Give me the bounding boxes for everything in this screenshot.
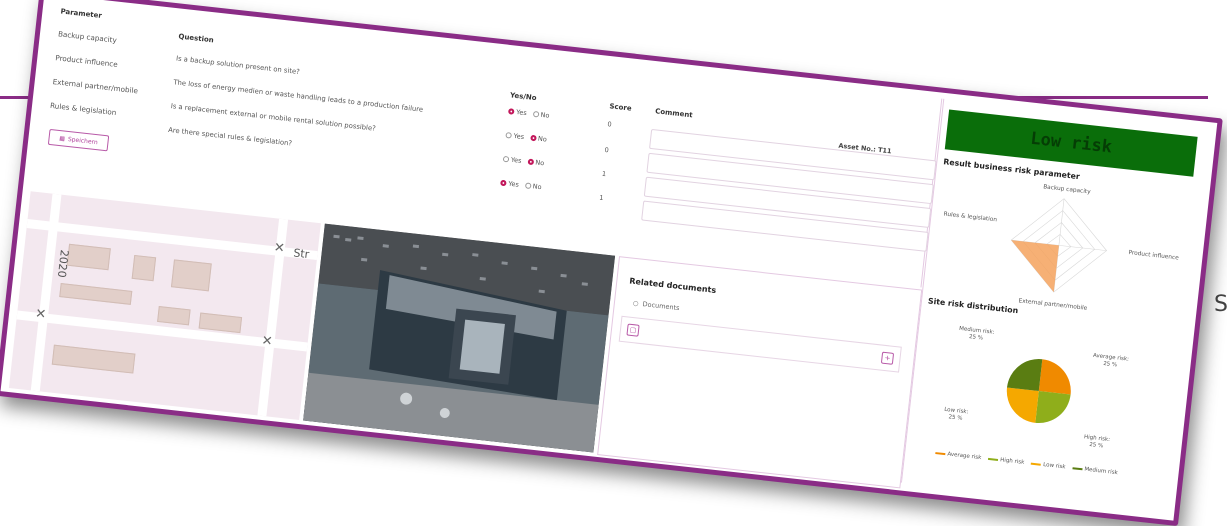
pie-legend: Average risk High risk Low risk Medium r… bbox=[935, 450, 1118, 476]
pie-slice-medium bbox=[1006, 359, 1043, 392]
yes-no-group: Yes No bbox=[500, 179, 542, 191]
yes-radio[interactable] bbox=[507, 108, 515, 115]
legend-item: Average risk bbox=[935, 450, 982, 461]
pie-label-medium: Medium risk: 25 % bbox=[958, 325, 995, 342]
pie-slice-average bbox=[1038, 359, 1071, 395]
param-label: Backup capacity bbox=[57, 29, 118, 45]
radar-chart bbox=[1010, 198, 1108, 293]
radar-area bbox=[1011, 240, 1059, 293]
pie-label-high: High risk: 25 % bbox=[1083, 434, 1111, 450]
legend-item: Low risk bbox=[1031, 461, 1066, 470]
map-label-street: Str bbox=[292, 246, 310, 262]
param-label: Product influence bbox=[54, 53, 119, 69]
no-radio[interactable] bbox=[529, 134, 537, 142]
header-parameter: Parameter bbox=[60, 7, 103, 20]
score-value: 1 bbox=[601, 169, 607, 179]
bullet-icon: ○ bbox=[632, 299, 640, 308]
no-radio[interactable] bbox=[524, 182, 532, 190]
legend-item: High risk bbox=[988, 456, 1025, 466]
no-label: No bbox=[534, 158, 545, 168]
pie-label-average: Average risk: 25 % bbox=[1092, 352, 1130, 369]
no-label: No bbox=[532, 182, 542, 192]
pie-chart bbox=[1006, 359, 1071, 424]
pie-slice-low bbox=[1006, 387, 1039, 423]
map-marker-icon: ✕ bbox=[260, 333, 274, 350]
yes-label: Yes bbox=[510, 155, 522, 165]
score-value: 0 bbox=[604, 145, 610, 155]
question-text: Is a replacement external or mobile rent… bbox=[170, 102, 377, 133]
radar-label-right: Product influence bbox=[1128, 250, 1179, 262]
site-photo bbox=[303, 223, 616, 453]
save-button-label: Speichern bbox=[67, 135, 99, 146]
map-marker-icon: ✕ bbox=[273, 240, 286, 257]
related-documents-panel: Related documents ○ Documents ▢ + bbox=[597, 256, 923, 489]
yes-no-group: Yes No bbox=[502, 155, 545, 168]
save-icon: ▦ bbox=[58, 134, 66, 143]
question-text: Is a backup solution present on site? bbox=[175, 54, 301, 76]
documents-title: Related documents bbox=[628, 276, 717, 295]
yes-no-group: Yes No bbox=[505, 131, 548, 144]
save-button[interactable]: ▦ Speichern bbox=[47, 128, 110, 152]
map-marker-icon: ✕ bbox=[34, 306, 47, 323]
no-radio[interactable] bbox=[527, 158, 534, 166]
yes-label: Yes bbox=[513, 131, 525, 141]
legend-item: Medium risk bbox=[1072, 465, 1118, 476]
yes-radio[interactable] bbox=[500, 179, 507, 187]
site-map[interactable]: 2020 Str ✕ ✕ ✕ bbox=[8, 191, 321, 421]
no-label: No bbox=[537, 134, 548, 144]
param-label: External partner/mobile bbox=[52, 76, 139, 96]
header-question: Question bbox=[178, 32, 215, 45]
add-document-button[interactable]: + bbox=[880, 351, 895, 365]
yes-no-group: Yes No bbox=[507, 107, 550, 120]
documents-dropzone[interactable]: ▢ + bbox=[618, 315, 902, 373]
yes-label: Yes bbox=[515, 108, 528, 118]
header-comment: Comment bbox=[654, 107, 694, 120]
map-label-number: 2020 bbox=[54, 249, 71, 279]
distribution-title: Site risk distribution bbox=[927, 296, 1019, 316]
no-radio[interactable] bbox=[532, 110, 539, 118]
map-building bbox=[198, 312, 243, 334]
no-label: No bbox=[540, 110, 550, 120]
yes-label: Yes bbox=[507, 179, 520, 189]
score-value: 1 bbox=[598, 193, 604, 203]
question-text: Are there special rules & legislation? bbox=[167, 125, 293, 148]
dashboard-card: Parameter Question Yes/No Score Comment … bbox=[0, 0, 1223, 526]
header-yes-no: Yes/No bbox=[509, 91, 537, 103]
map-building bbox=[170, 259, 212, 292]
map-building bbox=[59, 283, 133, 305]
score-value: 0 bbox=[607, 120, 613, 129]
header-score: Score bbox=[609, 102, 632, 113]
radar-label-left: Rules & legislation bbox=[943, 211, 998, 224]
aerial-photo-image bbox=[303, 223, 616, 453]
map-building bbox=[66, 243, 111, 271]
map-building bbox=[131, 254, 157, 282]
map-building bbox=[51, 344, 136, 374]
background-letter: S bbox=[1214, 292, 1227, 317]
document-file-icon[interactable]: ▢ bbox=[626, 323, 640, 337]
yes-radio[interactable] bbox=[502, 155, 510, 163]
pie-label-low: Low risk: 25 % bbox=[943, 406, 969, 422]
documents-item-label: Documents bbox=[642, 300, 680, 313]
map-building bbox=[157, 305, 191, 326]
risk-panel: Low risk Result business risk parameter … bbox=[900, 98, 1205, 512]
documents-list-item[interactable]: ○ Documents bbox=[633, 299, 680, 312]
yes-radio[interactable] bbox=[505, 132, 512, 139]
pie-slice-high bbox=[1035, 391, 1071, 424]
param-label: Rules & legislation bbox=[49, 100, 117, 118]
